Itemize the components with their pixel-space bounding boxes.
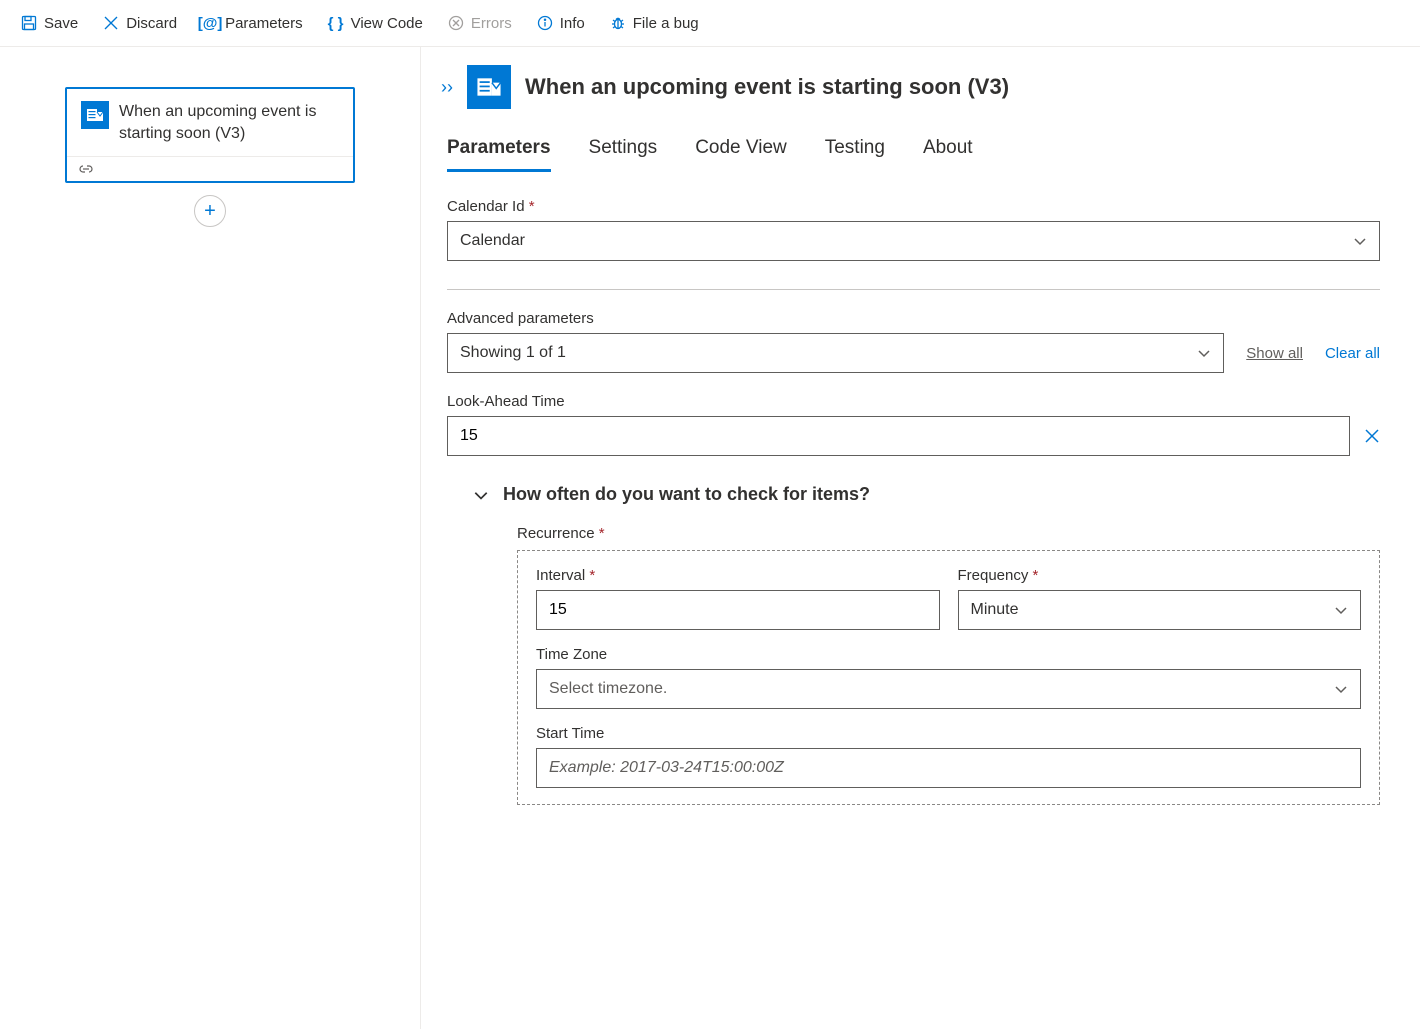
start-time-label: Start Time bbox=[536, 725, 1361, 742]
trigger-card[interactable]: When an upcoming event is starting soon … bbox=[65, 87, 355, 183]
tab-code-view[interactable]: Code View bbox=[695, 137, 787, 172]
start-time-input-wrap bbox=[536, 748, 1361, 788]
chevron-down-icon bbox=[1334, 684, 1348, 694]
discard-icon bbox=[102, 14, 120, 32]
calendar-id-select[interactable]: Calendar bbox=[447, 221, 1380, 261]
tabs: Parameters Settings Code View Testing Ab… bbox=[447, 137, 1380, 172]
chevron-down-icon bbox=[473, 489, 489, 501]
interval-input[interactable] bbox=[549, 601, 927, 619]
clear-all-button[interactable]: Clear all bbox=[1325, 345, 1380, 362]
recurrence-section: Recurrence * Interval * bbox=[517, 525, 1380, 805]
look-ahead-input[interactable] bbox=[460, 427, 1337, 445]
panel-header: ›› When an upcoming event is starting so… bbox=[441, 65, 1380, 109]
show-all-button[interactable]: Show all bbox=[1246, 345, 1303, 362]
required-icon: * bbox=[599, 525, 605, 542]
required-icon: * bbox=[589, 567, 595, 584]
timezone-select[interactable]: Select timezone. bbox=[536, 669, 1361, 709]
discard-button[interactable]: Discard bbox=[92, 8, 187, 38]
info-icon bbox=[536, 14, 554, 32]
required-icon: * bbox=[1033, 567, 1039, 584]
file-bug-label: File a bug bbox=[633, 15, 699, 32]
advanced-parameters-select[interactable]: Showing 1 of 1 bbox=[447, 333, 1224, 373]
interval-label: Interval * bbox=[536, 567, 940, 584]
check-frequency-title: How often do you want to check for items… bbox=[503, 484, 870, 505]
tab-about[interactable]: About bbox=[923, 137, 973, 172]
chevron-down-icon bbox=[1353, 236, 1367, 246]
required-icon: * bbox=[529, 198, 535, 215]
look-ahead-label: Look-Ahead Time bbox=[447, 393, 1380, 410]
timezone-label: Time Zone bbox=[536, 646, 1361, 663]
outlook-icon bbox=[81, 101, 109, 129]
chevron-down-icon bbox=[1334, 605, 1348, 615]
look-ahead-clear-button[interactable] bbox=[1364, 428, 1380, 444]
errors-icon bbox=[447, 14, 465, 32]
errors-button: Errors bbox=[437, 8, 522, 38]
info-label: Info bbox=[560, 15, 585, 32]
chevron-right-icon: ›› bbox=[441, 77, 453, 97]
calendar-id-label: Calendar Id * bbox=[447, 198, 1380, 215]
toolbar: Save Discard [@] Parameters { } View Cod… bbox=[0, 0, 1420, 47]
interval-input-wrap bbox=[536, 590, 940, 630]
parameters-label: Parameters bbox=[225, 15, 303, 32]
form-area: Calendar Id * Calendar Advanced paramete… bbox=[441, 198, 1380, 805]
check-frequency-header[interactable]: How often do you want to check for items… bbox=[473, 484, 1380, 505]
info-button[interactable]: Info bbox=[526, 8, 595, 38]
tab-settings[interactable]: Settings bbox=[589, 137, 658, 172]
parameters-icon: [@] bbox=[201, 14, 219, 32]
frequency-select[interactable]: Minute bbox=[958, 590, 1362, 630]
divider bbox=[447, 289, 1380, 290]
close-icon bbox=[1364, 428, 1380, 444]
chevron-down-icon bbox=[1197, 348, 1211, 358]
add-step-button[interactable]: + bbox=[194, 195, 226, 227]
trigger-card-footer bbox=[67, 156, 353, 181]
parameters-button[interactable]: [@] Parameters bbox=[191, 8, 313, 38]
plus-icon: + bbox=[204, 200, 216, 223]
timezone-placeholder: Select timezone. bbox=[549, 680, 667, 698]
code-icon: { } bbox=[327, 14, 345, 32]
collapse-panel-button[interactable]: ›› bbox=[441, 77, 453, 98]
recurrence-label: Recurrence * bbox=[517, 525, 1380, 542]
tab-testing[interactable]: Testing bbox=[825, 137, 885, 172]
frequency-value: Minute bbox=[971, 601, 1019, 619]
advanced-parameters-label: Advanced parameters bbox=[447, 310, 1380, 327]
save-button[interactable]: Save bbox=[10, 8, 88, 38]
view-code-label: View Code bbox=[351, 15, 423, 32]
errors-label: Errors bbox=[471, 15, 512, 32]
calendar-id-value: Calendar bbox=[460, 232, 525, 250]
main-area: When an upcoming event is starting soon … bbox=[0, 47, 1420, 1029]
bug-icon bbox=[609, 14, 627, 32]
save-icon bbox=[20, 14, 38, 32]
frequency-label: Frequency * bbox=[958, 567, 1362, 584]
panel-title: When an upcoming event is starting soon … bbox=[525, 74, 1009, 100]
designer-canvas: When an upcoming event is starting soon … bbox=[0, 47, 420, 1029]
link-icon bbox=[77, 163, 343, 175]
advanced-parameters-value: Showing 1 of 1 bbox=[460, 344, 566, 362]
tab-parameters[interactable]: Parameters bbox=[447, 137, 551, 172]
details-panel: ›› When an upcoming event is starting so… bbox=[420, 47, 1420, 1029]
file-bug-button[interactable]: File a bug bbox=[599, 8, 709, 38]
view-code-button[interactable]: { } View Code bbox=[317, 8, 433, 38]
save-label: Save bbox=[44, 15, 78, 32]
look-ahead-group: Look-Ahead Time bbox=[447, 393, 1380, 456]
look-ahead-input-wrap bbox=[447, 416, 1350, 456]
panel-outlook-icon bbox=[467, 65, 511, 109]
recurrence-box: Interval * Frequency * Minute bbox=[517, 550, 1380, 805]
start-time-input[interactable] bbox=[549, 759, 1348, 777]
advanced-parameters-row: Showing 1 of 1 Show all Clear all bbox=[447, 333, 1380, 373]
trigger-card-title: When an upcoming event is starting soon … bbox=[119, 101, 339, 144]
trigger-card-body: When an upcoming event is starting soon … bbox=[67, 89, 353, 156]
discard-label: Discard bbox=[126, 15, 177, 32]
